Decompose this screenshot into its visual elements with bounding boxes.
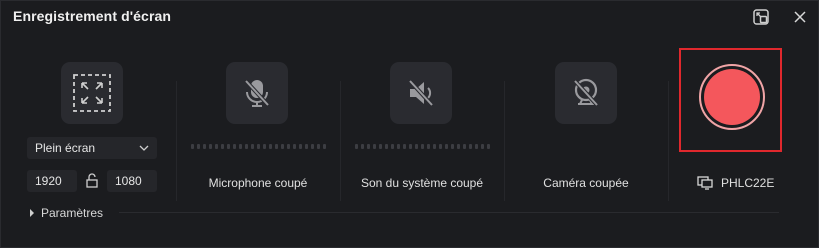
record-dot — [704, 69, 760, 125]
system-audio-level-meter — [355, 144, 490, 149]
close-button[interactable] — [789, 6, 811, 28]
aspect-lock-toggle[interactable] — [85, 173, 99, 189]
capture-mode-value: Plein écran — [35, 141, 96, 155]
system-audio-label: Son du système coupé — [360, 176, 484, 190]
monitor-selector[interactable]: PHLC22E — [697, 176, 774, 190]
capture-mode-select[interactable]: Plein écran — [27, 137, 157, 159]
settings-divider — [119, 212, 779, 213]
mini-mode-button[interactable] — [750, 6, 772, 28]
unlock-icon — [86, 173, 98, 188]
monitor-name: PHLC22E — [721, 176, 775, 190]
microphone-toggle[interactable] — [226, 62, 288, 124]
camera-label: Caméra coupée — [543, 176, 629, 190]
window-title: Enregistrement d'écran — [13, 8, 172, 24]
chevron-down-icon — [139, 145, 149, 151]
height-value: 1080 — [115, 174, 142, 188]
camera-off-icon — [573, 78, 599, 107]
microphone-label: Microphone coupé — [208, 176, 308, 190]
microphone-off-icon — [244, 79, 270, 107]
capture-area-button[interactable] — [61, 62, 123, 124]
settings-label: Paramètres — [41, 206, 104, 220]
mini-mode-icon — [753, 9, 769, 25]
speaker-muted-icon — [408, 79, 434, 107]
caret-right-icon — [30, 209, 34, 217]
divider — [668, 81, 669, 201]
screen-recorder-window: Enregistrement d'écran Plein écran 1920 — [0, 0, 819, 248]
width-value: 1920 — [35, 174, 62, 188]
record-button[interactable] — [699, 64, 765, 130]
close-icon — [794, 11, 806, 23]
camera-toggle[interactable] — [555, 62, 617, 124]
width-input[interactable]: 1920 — [27, 170, 77, 192]
microphone-level-meter — [191, 144, 326, 149]
monitor-icon — [697, 176, 713, 190]
height-input[interactable]: 1080 — [107, 170, 157, 192]
system-audio-toggle[interactable] — [390, 62, 452, 124]
settings-toggle[interactable]: Paramètres — [29, 206, 103, 220]
fullscreen-area-icon — [73, 74, 111, 112]
